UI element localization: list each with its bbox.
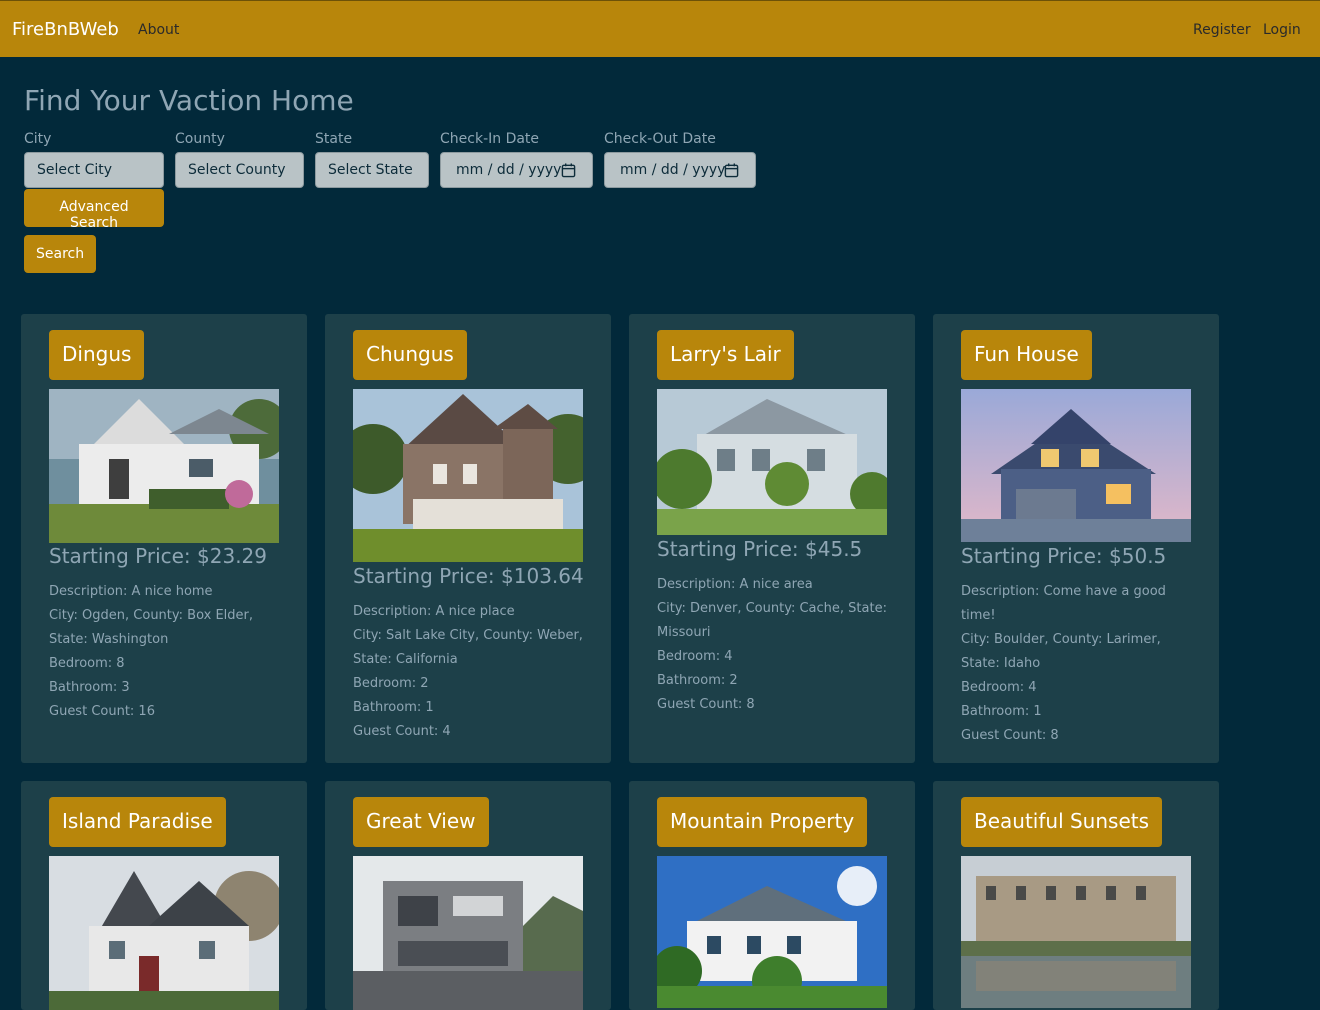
page-title: Find Your Vaction Home	[24, 84, 354, 117]
checkout-date-input[interactable]: mm / dd / yyyy	[604, 152, 756, 188]
listing-location: City: Salt Lake City, County: Weber, Sta…	[353, 628, 583, 667]
listing-title[interactable]: Fun House	[961, 330, 1092, 380]
house-photo	[657, 856, 887, 1008]
brand-link[interactable]: FireBnBWeb	[12, 19, 119, 40]
listing-guests: Guest Count: 16	[49, 704, 155, 719]
listing-title[interactable]: Larry's Lair	[657, 330, 794, 380]
county-select[interactable]: Select County	[175, 152, 304, 188]
listing-details: Description: A nice home City: Ogden, Co…	[49, 580, 279, 724]
listing-price: Starting Price: $50.5	[961, 544, 1167, 568]
listing-guests: Guest Count: 4	[353, 724, 451, 739]
nav-register-link[interactable]: Register	[1193, 22, 1251, 38]
house-photo	[49, 856, 279, 1010]
listing-title[interactable]: Great View	[353, 797, 489, 847]
checkout-date-placeholder: mm / dd / yyyy	[620, 162, 726, 178]
house-photo	[49, 389, 279, 543]
listing-bedroom: Bedroom: 2	[353, 676, 429, 691]
house-photo	[353, 389, 583, 562]
city-select[interactable]: Select City	[24, 152, 164, 188]
checkin-label: Check-In Date	[440, 131, 540, 147]
listing-guests: Guest Count: 8	[961, 728, 1059, 743]
listing-description: Description: A nice place	[353, 604, 515, 619]
state-label: State	[315, 131, 353, 147]
search-button[interactable]: Search	[24, 235, 96, 273]
listing-bathroom: Bathroom: 1	[353, 700, 434, 715]
calendar-icon[interactable]	[724, 163, 739, 178]
listing-bathroom: Bathroom: 2	[657, 673, 738, 688]
city-label: City	[24, 131, 52, 147]
listing-card[interactable]: Fun House Starting Price: $50.5 Descript…	[933, 314, 1219, 763]
nav-login-link[interactable]: Login	[1263, 22, 1301, 38]
listing-guests: Guest Count: 8	[657, 697, 755, 712]
listing-bathroom: Bathroom: 1	[961, 704, 1042, 719]
listing-bathroom: Bathroom: 3	[49, 680, 130, 695]
checkin-date-input[interactable]: mm / dd / yyyy	[440, 152, 593, 188]
listing-location: City: Denver, County: Cache, State: Miss…	[657, 601, 887, 640]
listing-card[interactable]: Island Paradise	[21, 781, 307, 1010]
listing-location: City: Boulder, County: Larimer, State: I…	[961, 632, 1161, 671]
listing-details: Description: Come have a good time! City…	[961, 580, 1191, 748]
listing-description: Description: A nice home	[49, 584, 213, 599]
listing-card[interactable]: Chungus Starting Price: $103.64 Descript…	[325, 314, 611, 763]
house-photo	[353, 856, 583, 1010]
nav-about-link[interactable]: About	[138, 22, 179, 38]
county-label: County	[175, 131, 225, 147]
listing-card[interactable]: Beautiful Sunsets	[933, 781, 1219, 1010]
listing-card[interactable]: Mountain Property	[629, 781, 915, 1010]
listing-bedroom: Bedroom: 8	[49, 656, 125, 671]
advanced-search-button[interactable]: Advanced Search	[24, 189, 164, 231]
listing-title[interactable]: Dingus	[49, 330, 145, 380]
listing-title[interactable]: Mountain Property	[657, 797, 868, 847]
listing-price: Starting Price: $45.5	[657, 537, 863, 561]
house-photo	[961, 856, 1191, 1008]
listing-title[interactable]: Beautiful Sunsets	[961, 797, 1163, 847]
listing-bedroom: Bedroom: 4	[961, 680, 1037, 695]
listing-location: City: Ogden, County: Box Elder, State: W…	[49, 608, 254, 647]
checkin-date-placeholder: mm / dd / yyyy	[456, 162, 562, 178]
state-select[interactable]: Select State	[315, 152, 429, 188]
listing-title[interactable]: Island Paradise	[49, 797, 226, 847]
listing-bedroom: Bedroom: 4	[657, 649, 733, 664]
listing-title[interactable]: Chungus	[353, 330, 467, 380]
listing-card[interactable]: Dingus Starting Price: $23.29 Descriptio…	[21, 314, 307, 763]
navbar: FireBnBWeb About Register Login	[0, 0, 1320, 57]
listing-price: Starting Price: $23.29	[49, 544, 268, 568]
listing-description: Description: A nice area	[657, 577, 813, 592]
checkout-label: Check-Out Date	[604, 131, 716, 147]
listing-card[interactable]: Larry's Lair Starting Price: $45.5 Descr…	[629, 314, 915, 763]
listing-details: Description: A nice area City: Denver, C…	[657, 573, 887, 717]
listing-card[interactable]: Great View	[325, 781, 611, 1010]
calendar-icon[interactable]	[561, 163, 576, 178]
listing-price: Starting Price: $103.64	[353, 564, 584, 588]
listing-description: Description: Come have a good time!	[961, 584, 1166, 623]
house-photo	[961, 389, 1191, 542]
listing-details: Description: A nice place City: Salt Lak…	[353, 600, 583, 744]
house-photo	[657, 389, 887, 535]
